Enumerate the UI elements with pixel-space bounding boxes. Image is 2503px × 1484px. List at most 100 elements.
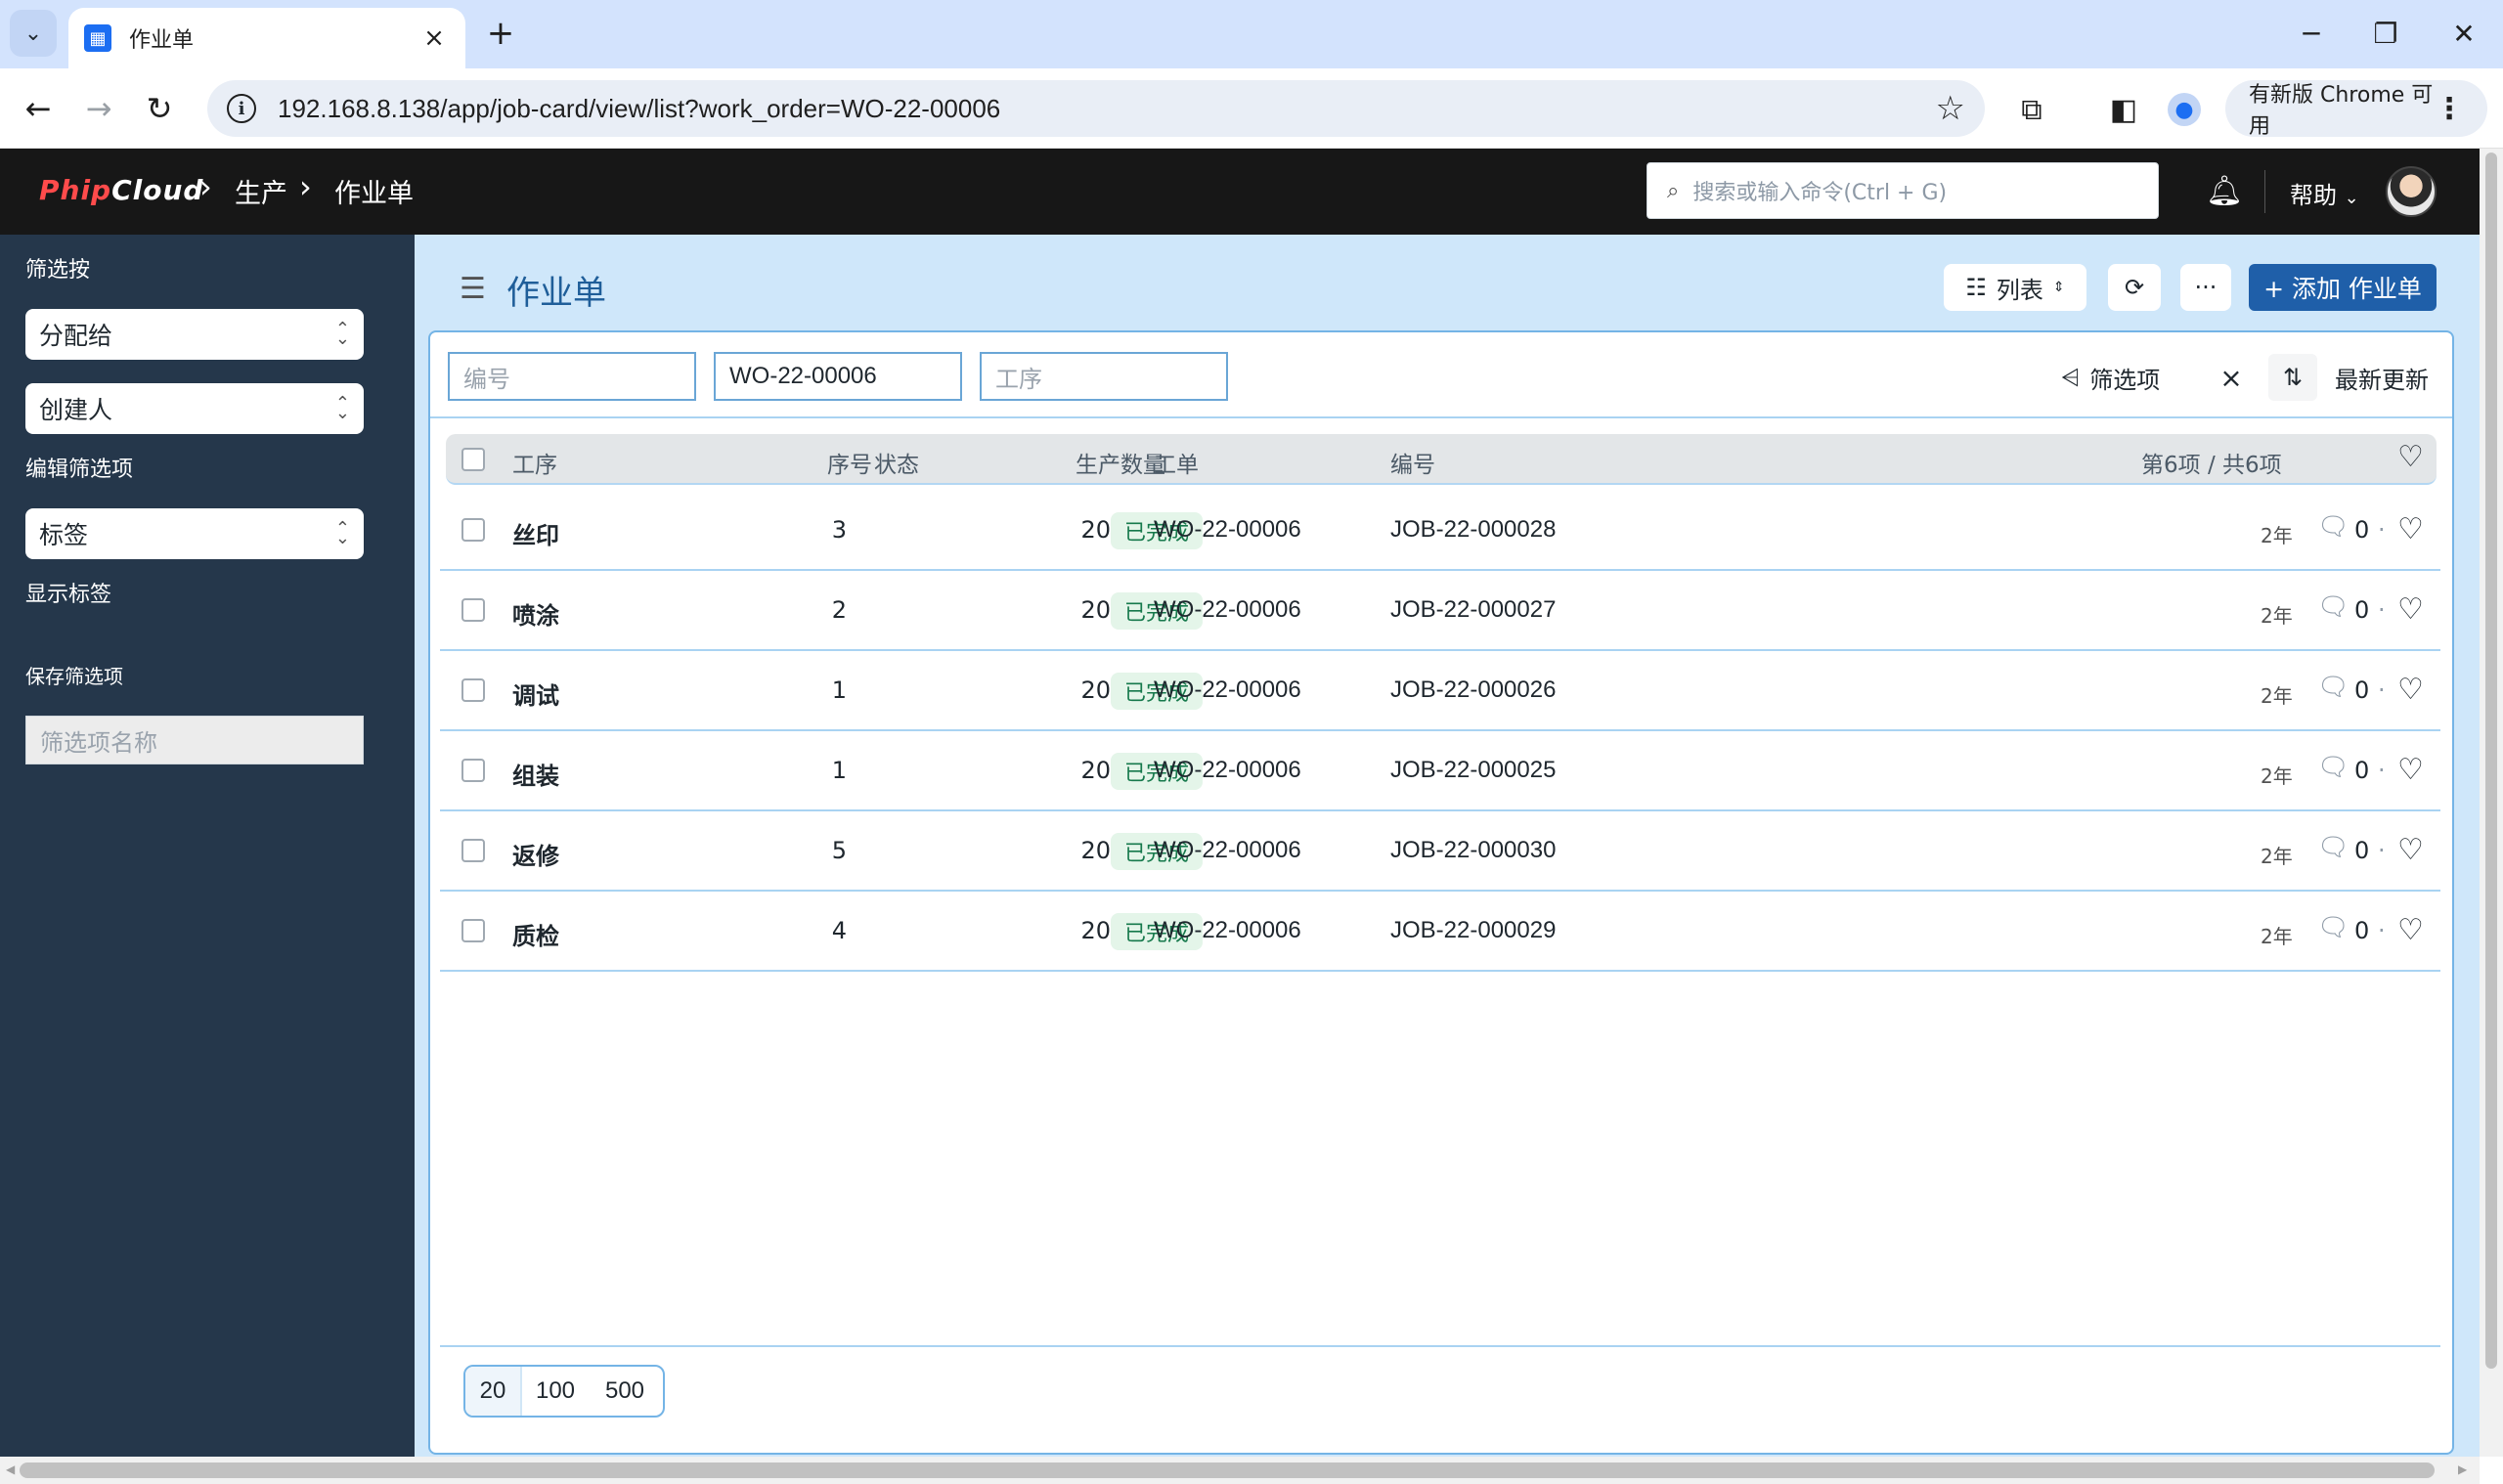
- profile-icon[interactable]: ●: [2163, 88, 2206, 131]
- vertical-scroll-thumb[interactable]: [2485, 153, 2497, 1369]
- restore-button[interactable]: ❐: [2356, 10, 2415, 57]
- name-filter-input[interactable]: 编号: [448, 352, 696, 401]
- row-checkbox[interactable]: [461, 839, 485, 862]
- row-comment-count: 0: [2354, 757, 2370, 784]
- extensions-icon[interactable]: ⧉: [2010, 88, 2053, 131]
- table-row[interactable]: 丝印 3 已完成 20 WO-22-00006 JOB-22-000028 2年 🗨︎ 0 · ♡: [440, 491, 2440, 571]
- close-window-button[interactable]: ✕: [2435, 10, 2493, 57]
- row-checkbox[interactable]: [461, 598, 485, 622]
- heart-icon[interactable]: ♡: [2397, 440, 2424, 474]
- address-bar[interactable]: i 192.168.8.138/app/job-card/view/list?w…: [207, 80, 1985, 137]
- breadcrumb-module[interactable]: 生产: [235, 172, 287, 210]
- help-dropdown[interactable]: 帮助 ⌄: [2290, 176, 2359, 210]
- filter-button[interactable]: ⩤ 筛选项: [2049, 354, 2173, 401]
- horizontal-scrollbar[interactable]: ◀ ▶: [0, 1457, 2480, 1484]
- tab-search-button[interactable]: ⌄: [10, 10, 57, 57]
- heart-icon[interactable]: ♡: [2397, 913, 2424, 947]
- url-text[interactable]: 192.168.8.138/app/job-card/view/list?wor…: [278, 94, 1936, 124]
- browser-toolbar: ← → ↻ i 192.168.8.138/app/job-card/view/…: [0, 68, 2503, 149]
- comment-icon: 🗨︎: [2317, 913, 2350, 942]
- tags-select[interactable]: 标签 ⌃ ⌄: [25, 508, 364, 559]
- forward-button[interactable]: →: [74, 84, 123, 133]
- table-row[interactable]: 质检 4 已完成 20 WO-22-00006 JOB-22-000029 2年 🗨︎ 0 · ♡: [440, 892, 2440, 972]
- browser-tab[interactable]: ▦ 作业单 ×: [68, 8, 465, 68]
- created-by-select[interactable]: 创建人 ⌃ ⌄: [25, 383, 364, 434]
- work-order-filter-input[interactable]: WO-22-00006: [714, 352, 962, 401]
- heart-icon[interactable]: ♡: [2397, 592, 2424, 627]
- row-operation[interactable]: 返修: [512, 837, 559, 871]
- chevron-right-icon: ›: [299, 168, 312, 205]
- row-qty: 20: [1080, 917, 1111, 944]
- row-operation[interactable]: 质检: [512, 917, 559, 951]
- meta-separator: ·: [2378, 516, 2386, 544]
- comment-icon: 🗨︎: [2317, 753, 2350, 782]
- bookmark-star-icon[interactable]: ☆: [1936, 89, 1965, 128]
- row-modified-time: 2年: [2261, 845, 2293, 868]
- operation-filter-input[interactable]: 工序: [980, 352, 1228, 401]
- table-row[interactable]: 组装 1 已完成 20 WO-22-00006 JOB-22-000025 2年 🗨︎ 0 · ♡: [440, 731, 2440, 811]
- minimize-button[interactable]: ─: [2282, 10, 2341, 57]
- row-operation[interactable]: 喷涂: [512, 596, 559, 631]
- page-length-100[interactable]: 100: [522, 1367, 589, 1416]
- comment-icon: 🗨︎: [2317, 592, 2350, 622]
- heart-icon[interactable]: ♡: [2397, 753, 2424, 787]
- col-operation: 工序: [512, 453, 557, 478]
- assigned-to-select[interactable]: 分配给 ⌃ ⌄: [25, 309, 364, 360]
- breadcrumb-doctype[interactable]: 作业单: [334, 172, 414, 210]
- view-switcher-button[interactable]: ☷ 列表 ⇕: [1944, 264, 2086, 311]
- page-length-20[interactable]: 20: [465, 1367, 522, 1416]
- refresh-button[interactable]: ⟳: [2108, 264, 2161, 311]
- show-tags-link[interactable]: 显示标签: [25, 577, 111, 608]
- row-operation[interactable]: 丝印: [512, 516, 559, 550]
- table-row[interactable]: 调试 1 已完成 20 WO-22-00006 JOB-22-000026 2年 🗨︎ 0 · ♡: [440, 651, 2440, 731]
- horizontal-scroll-thumb[interactable]: [20, 1462, 2435, 1478]
- back-button[interactable]: ←: [14, 84, 63, 133]
- comment-icon: 🗨︎: [2317, 833, 2350, 862]
- page-length-500[interactable]: 500: [589, 1367, 661, 1416]
- edit-filters-link[interactable]: 编辑筛选项: [25, 452, 133, 483]
- add-job-card-button[interactable]: + 添加 作业单: [2249, 264, 2437, 311]
- row-name: JOB-22-000030: [1390, 837, 1557, 863]
- page-title: 作业单: [506, 274, 606, 313]
- col-status: 状态: [874, 453, 919, 478]
- row-comment-count: 0: [2354, 516, 2370, 544]
- row-checkbox[interactable]: [461, 678, 485, 702]
- table-row[interactable]: 返修 5 已完成 20 WO-22-00006 JOB-22-000030 2年 🗨︎ 0 · ♡: [440, 811, 2440, 892]
- side-panel-icon[interactable]: ◧: [2102, 88, 2145, 131]
- col-seq: 序号: [827, 453, 872, 478]
- select-all-checkbox[interactable]: [461, 448, 485, 471]
- sort-order-button[interactable]: ⇅: [2268, 354, 2317, 401]
- table-row[interactable]: 喷涂 2 已完成 20 WO-22-00006 JOB-22-000027 2年 🗨︎ 0 · ♡: [440, 571, 2440, 651]
- row-checkbox[interactable]: [461, 759, 485, 782]
- more-actions-button[interactable]: ···: [2180, 264, 2231, 311]
- scroll-left-icon[interactable]: ◀: [6, 1462, 15, 1476]
- app-logo[interactable]: PhipCloud: [39, 174, 203, 206]
- select-caret-icon: ⌃ ⌄: [334, 518, 350, 548]
- close-tab-icon[interactable]: ×: [418, 23, 450, 53]
- notification-bell-icon[interactable]: 🔔︎: [2206, 174, 2243, 208]
- row-modified-time: 2年: [2261, 524, 2293, 547]
- sort-by-button[interactable]: 最新更新: [2323, 354, 2440, 401]
- hamburger-menu-icon[interactable]: ☰: [460, 272, 486, 306]
- clear-filters-button[interactable]: ×: [2208, 354, 2255, 401]
- row-operation[interactable]: 调试: [512, 677, 559, 711]
- reload-button[interactable]: ↻: [135, 84, 184, 133]
- heart-icon[interactable]: ♡: [2397, 512, 2424, 546]
- row-modified-time: 2年: [2261, 925, 2293, 948]
- col-qty: 生产数量: [1076, 453, 1165, 478]
- new-tab-button[interactable]: +: [479, 12, 522, 55]
- heart-icon[interactable]: ♡: [2397, 833, 2424, 867]
- site-info-icon[interactable]: i: [227, 94, 256, 123]
- user-avatar[interactable]: [2386, 166, 2437, 217]
- heart-icon[interactable]: ♡: [2397, 673, 2424, 707]
- chrome-update-button[interactable]: 有新版 Chrome 可用 ⋮: [2225, 80, 2487, 139]
- scroll-right-icon[interactable]: ▶: [2458, 1462, 2467, 1476]
- awesomebar-search[interactable]: ⌕ 搜索或输入命令(Ctrl + G): [1647, 162, 2159, 219]
- filter-name-input[interactable]: 筛选项名称: [25, 716, 364, 764]
- row-checkbox[interactable]: [461, 919, 485, 942]
- row-qty: 20: [1080, 677, 1111, 704]
- row-operation[interactable]: 组装: [512, 757, 559, 791]
- select-caret-icon: ⇕: [2052, 280, 2065, 295]
- vertical-scrollbar[interactable]: [2480, 149, 2503, 1457]
- row-checkbox[interactable]: [461, 518, 485, 542]
